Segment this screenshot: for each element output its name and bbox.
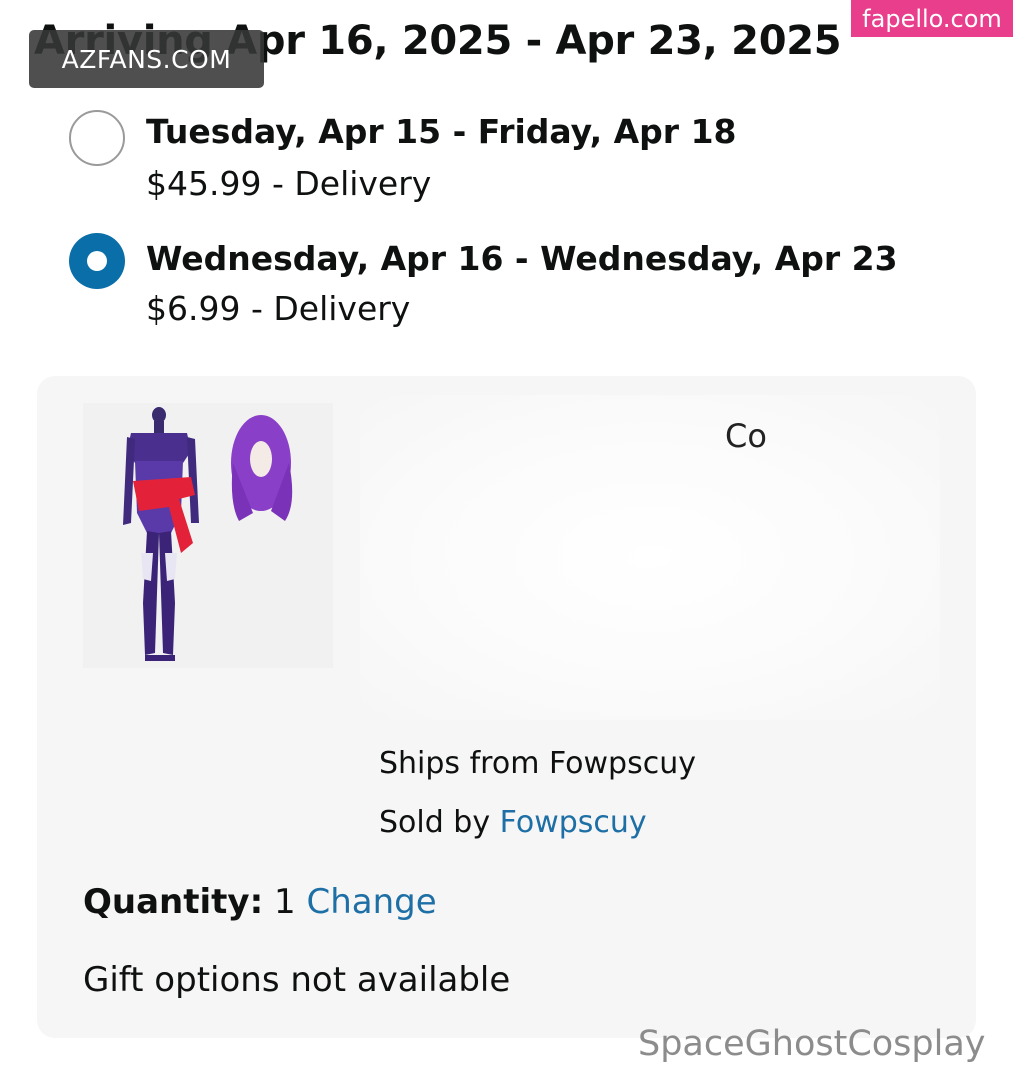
watermark-azfans: AZFANS.COM [29,30,264,88]
delivery-option-economy[interactable]: Wednesday, Apr 16 - Wednesday, Apr 23 $6… [0,233,1013,333]
ships-from: Ships from Fowpscuy [379,746,696,781]
sold-by: Sold by Fowpscuy [379,805,647,840]
cosplay-costume-image [123,407,293,661]
gift-options-text: Gift options not available [83,960,511,1000]
delivery-date-range: Tuesday, Apr 15 - Friday, Apr 18 [146,112,737,151]
delivery-price: $45.99 - Delivery [146,164,432,203]
product-image[interactable] [83,403,333,668]
delivery-date-range: Wednesday, Apr 16 - Wednesday, Apr 23 [146,239,898,278]
quantity-label: Quantity: [83,882,264,922]
product-title-fragment[interactable]: Co [725,417,767,455]
watermark-spaceghostcosplay: SpaceGhostCosplay [638,1024,986,1064]
quantity-row: Quantity: 1 Change [83,882,437,922]
change-quantity-link[interactable]: Change [306,882,436,922]
sold-by-label: Sold by [379,805,491,840]
seller-link[interactable]: Fowpscuy [500,805,647,840]
delivery-price: $6.99 - Delivery [146,289,411,328]
radio-unselected[interactable] [69,110,125,166]
quantity-value: 1 [274,882,296,922]
radio-selected[interactable] [69,233,125,289]
product-details-blurred [360,395,940,720]
radio-dot-icon [87,251,107,271]
delivery-option-standard-fast[interactable]: Tuesday, Apr 15 - Friday, Apr 18 $45.99 … [0,108,1013,208]
watermark-fapello: fapello.com [851,0,1013,37]
